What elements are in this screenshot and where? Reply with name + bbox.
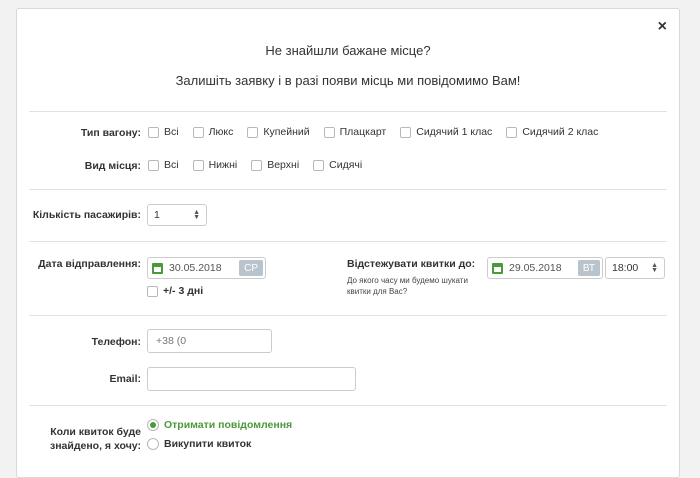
action-radio-group: Отримати повідомлення Викупити квиток: [147, 419, 292, 450]
departure-date-input[interactable]: 30.05.2018 СР: [147, 257, 266, 279]
radio-button[interactable]: [147, 438, 159, 450]
checkbox[interactable]: [506, 126, 518, 138]
checkbox[interactable]: [148, 126, 159, 138]
wagon-option-platzkart[interactable]: Плацкарт: [323, 126, 386, 138]
modal-subtitle: Залишіть заявку і в разі появи місць ми …: [175, 73, 521, 88]
seat-type-options: Всі Нижні Верхні Сидячі: [148, 159, 376, 171]
checkbox[interactable]: [192, 159, 204, 171]
checkbox[interactable]: [400, 126, 412, 138]
phone-label: Телефон:: [91, 336, 141, 348]
seat-type-label: Вид місця:: [84, 160, 141, 172]
passengers-select[interactable]: 1 ▲ ▼: [147, 204, 207, 226]
seat-option-lower[interactable]: Нижні: [192, 159, 237, 171]
radio-button[interactable]: [147, 419, 159, 431]
track-date-input[interactable]: 29.05.2018 ВТ: [487, 257, 603, 279]
track-day-badge: ВТ: [577, 260, 600, 276]
modal-title: Не знайшли бажане місце?: [265, 43, 431, 58]
departure-label: Дата відправлення:: [38, 258, 141, 270]
wagon-option-seat1[interactable]: Сидячий 1 клас: [400, 126, 492, 138]
checkbox[interactable]: [313, 159, 325, 171]
divider: [29, 315, 667, 316]
radio-buy[interactable]: Викупити квиток: [147, 438, 292, 450]
email-input[interactable]: [147, 367, 356, 391]
checkbox[interactable]: [147, 285, 158, 297]
track-until-hint: До якого часу ми будемо шукати квитки дл…: [347, 276, 468, 296]
waitlist-modal: × Не знайшли бажане місце? Залишіть заяв…: [16, 8, 680, 478]
action-label: Коли квиток буде знайдено, я хочу:: [49, 426, 141, 452]
calendar-icon: [492, 262, 503, 274]
checkbox[interactable]: [247, 126, 259, 138]
flex-dates-checkbox[interactable]: +/- 3 дні: [147, 285, 203, 297]
radio-notify[interactable]: Отримати повідомлення: [147, 419, 292, 431]
divider: [29, 189, 667, 190]
wagon-option-lux[interactable]: Люкс: [192, 126, 233, 138]
stepper-arrows-icon: ▲ ▼: [193, 209, 200, 221]
track-time-select[interactable]: 18:00 ▲ ▼: [605, 257, 665, 279]
stepper-arrows-icon: ▲ ▼: [651, 262, 658, 274]
calendar-icon: [152, 262, 163, 274]
seat-option-seated[interactable]: Сидячі: [313, 159, 362, 171]
wagon-option-coupe[interactable]: Купейний: [247, 126, 310, 138]
close-icon[interactable]: ×: [658, 19, 667, 35]
divider: [29, 111, 667, 112]
phone-input[interactable]: +38 (0: [147, 329, 272, 353]
track-until-label: Відстежувати квитки до:: [347, 258, 476, 270]
checkbox[interactable]: [148, 159, 159, 171]
checkbox[interactable]: [192, 126, 204, 138]
email-label: Email:: [109, 373, 141, 385]
wagon-type-options: Всі Люкс Купейний Плацкарт Сидячий 1 кла…: [148, 126, 612, 138]
checkbox[interactable]: [251, 159, 263, 171]
wagon-option-all[interactable]: Всі: [148, 126, 179, 138]
seat-option-upper[interactable]: Верхні: [251, 159, 299, 171]
seat-option-all[interactable]: Всі: [148, 159, 179, 171]
passengers-label: Кількість пасажирів:: [32, 209, 141, 221]
wagon-option-seat2[interactable]: Сидячий 2 клас: [506, 126, 598, 138]
checkbox[interactable]: [323, 126, 335, 138]
wagon-type-label: Тип вагону:: [80, 127, 141, 139]
divider: [29, 405, 667, 406]
divider: [29, 241, 667, 242]
departure-day-badge: СР: [239, 260, 263, 276]
